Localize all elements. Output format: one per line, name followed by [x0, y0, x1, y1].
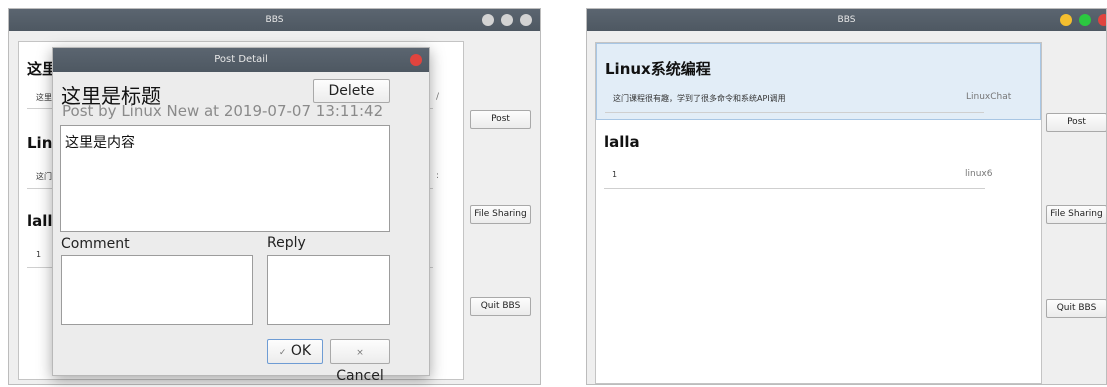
window-title: BBS — [837, 15, 856, 25]
close-icon[interactable] — [1098, 14, 1106, 26]
dialog-window-title: Post Detail — [214, 54, 268, 65]
dialog-title-bar[interactable]: Post Detail — [53, 48, 429, 72]
quit-bbs-button[interactable]: Quit BBS — [1046, 299, 1106, 318]
cancel-x-icon: × — [356, 348, 364, 358]
post-content: 这门 — [36, 172, 52, 181]
post-button[interactable]: Post — [1046, 113, 1106, 132]
post-author: : — [435, 171, 439, 181]
file-sharing-button[interactable]: File Sharing — [470, 205, 531, 224]
post-author: LinuxChat — [966, 92, 1012, 102]
post-author: linux6 — [965, 169, 993, 179]
bbs-window-right: BBS Linux系统编程 这门课程很有趣，学到了很多命令和系统API调用 Li… — [586, 8, 1107, 385]
cancel-label: Cancel — [336, 368, 384, 384]
ok-button[interactable]: ✓ OK — [267, 339, 323, 364]
window-title: BBS — [265, 15, 284, 25]
post-divider — [605, 112, 984, 113]
quit-bbs-button[interactable]: Quit BBS — [470, 297, 531, 316]
window-controls — [482, 14, 532, 26]
post-content: 这门课程很有趣，学到了很多命令和系统API调用 — [613, 94, 786, 103]
post-content-box[interactable]: 这里是内容 — [60, 125, 390, 232]
post-content-text: 这里是内容 — [65, 135, 135, 151]
minimize-icon[interactable] — [1060, 14, 1072, 26]
cancel-button[interactable]: × Cancel — [330, 339, 390, 384]
file-sharing-button[interactable]: File Sharing — [1046, 205, 1106, 224]
close-icon[interactable] — [410, 54, 422, 66]
post-divider — [604, 188, 985, 189]
post-item[interactable]: lalla 1 linux6 — [596, 120, 1041, 190]
post-title: Linux系统编程 — [605, 60, 711, 78]
post-detail-dialog: Post Detail 这里是标题 Post by Linux New at 2… — [52, 47, 430, 384]
post-button[interactable]: Post — [470, 110, 531, 129]
maximize-icon[interactable] — [1079, 14, 1091, 26]
title-bar[interactable]: BBS — [9, 9, 540, 31]
post-item-selected[interactable]: Linux系统编程 这门课程很有趣，学到了很多命令和系统API调用 LinuxC… — [596, 43, 1041, 120]
ok-label: OK — [290, 343, 312, 359]
reply-input[interactable] — [267, 255, 390, 325]
reply-label: Reply — [267, 235, 306, 251]
post-content: 这里 — [36, 93, 52, 102]
title-bar[interactable]: BBS — [587, 9, 1106, 31]
comment-input[interactable] — [61, 255, 253, 325]
post-content: 1 — [36, 250, 42, 259]
post-content: 1 — [612, 170, 618, 179]
post-list[interactable]: Linux系统编程 这门课程很有趣，学到了很多命令和系统API调用 LinuxC… — [595, 42, 1042, 384]
window-dot-1[interactable] — [482, 14, 494, 26]
window-controls — [1060, 14, 1106, 26]
delete-button[interactable]: Delete — [313, 79, 390, 103]
post-author: / — [435, 92, 439, 102]
window-dot-3[interactable] — [520, 14, 532, 26]
window-dot-2[interactable] — [501, 14, 513, 26]
comment-label: Comment — [61, 236, 130, 252]
post-title: lalla — [604, 133, 640, 151]
post-meta: Post by Linux New at 2019-07-07 13:11:42 — [62, 102, 384, 120]
check-icon: ✓ — [278, 348, 287, 358]
